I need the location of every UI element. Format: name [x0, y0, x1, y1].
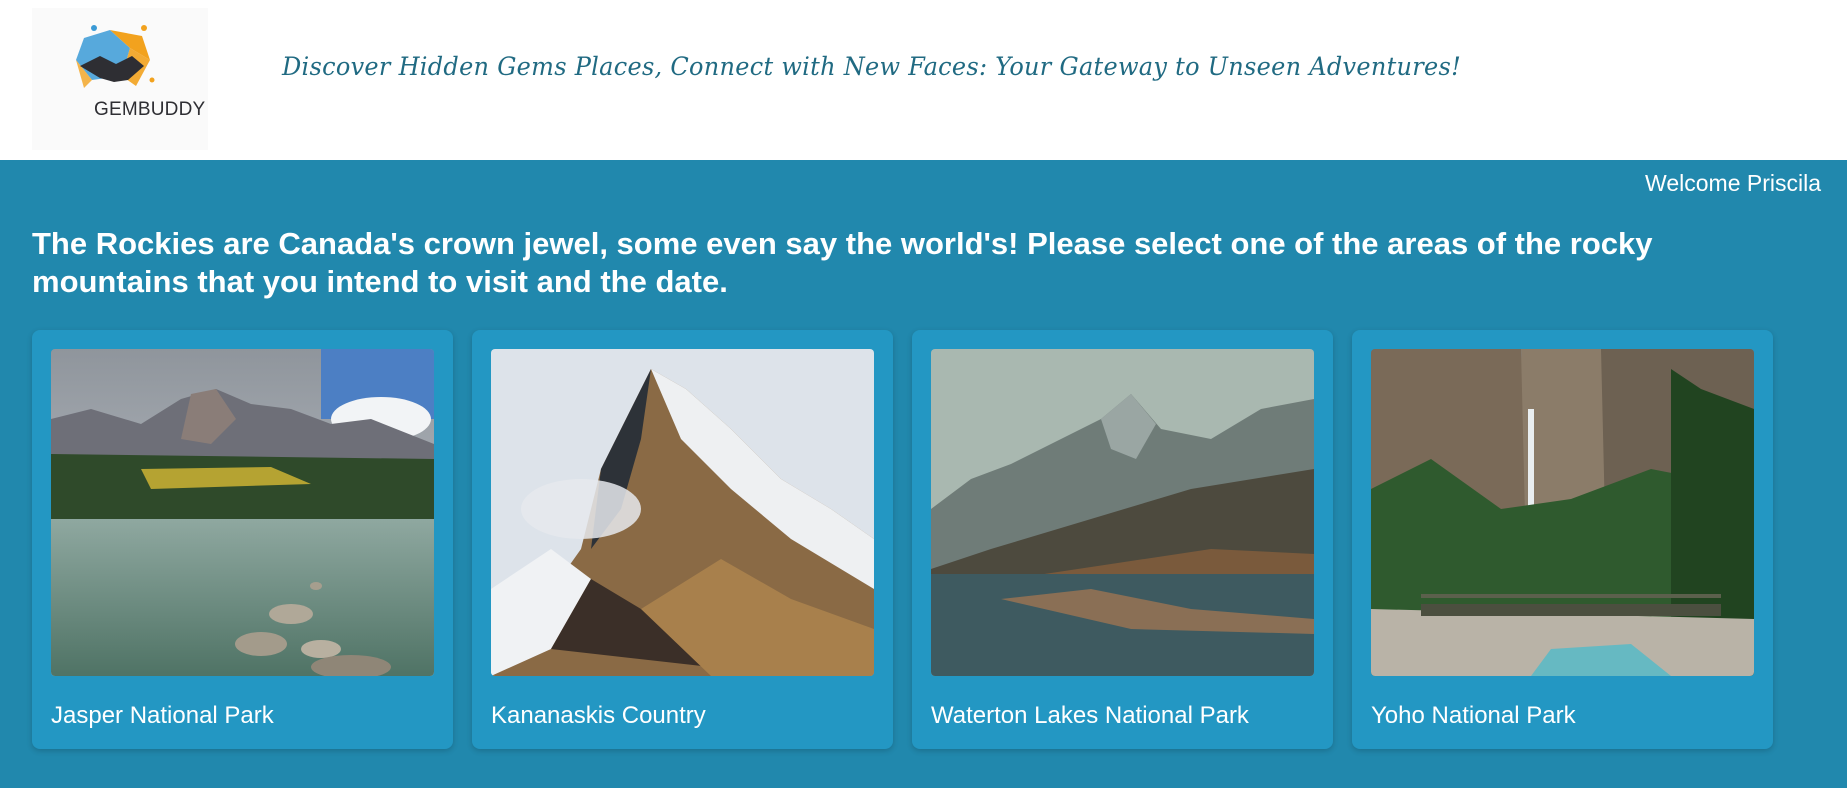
yoho-photo: [1371, 349, 1754, 676]
card-title: Yoho National Park: [1371, 702, 1576, 729]
card-yoho-national-park[interactable]: Yoho National Park: [1352, 330, 1773, 749]
page-intro: The Rockies are Canada's crown jewel, so…: [32, 226, 1653, 299]
logo-text: GEMBUDDY: [94, 99, 206, 120]
handshake-gem-icon: [32, 8, 208, 150]
card-title: Waterton Lakes National Park: [931, 702, 1249, 729]
top-header: GEMBUDDY Discover Hidden Gems Places, Co…: [0, 0, 1847, 160]
card-waterton-lakes-national-park[interactable]: Waterton Lakes National Park: [912, 330, 1333, 749]
welcome-message: Welcome Priscila: [1645, 170, 1821, 196]
card-jasper-national-park[interactable]: Jasper National Park: [32, 330, 453, 749]
site-tagline: Discover Hidden Gems Places, Connect wit…: [282, 52, 1462, 81]
jasper-photo: [51, 349, 434, 676]
card-title: Jasper National Park: [51, 702, 274, 729]
waterton-photo: [931, 349, 1314, 676]
gembuddy-logo[interactable]: GEMBUDDY: [32, 8, 208, 150]
kananaskis-photo: [491, 349, 874, 676]
card-title: Kananaskis Country: [491, 702, 706, 729]
card-kananaskis-country[interactable]: Kananaskis Country: [472, 330, 893, 749]
